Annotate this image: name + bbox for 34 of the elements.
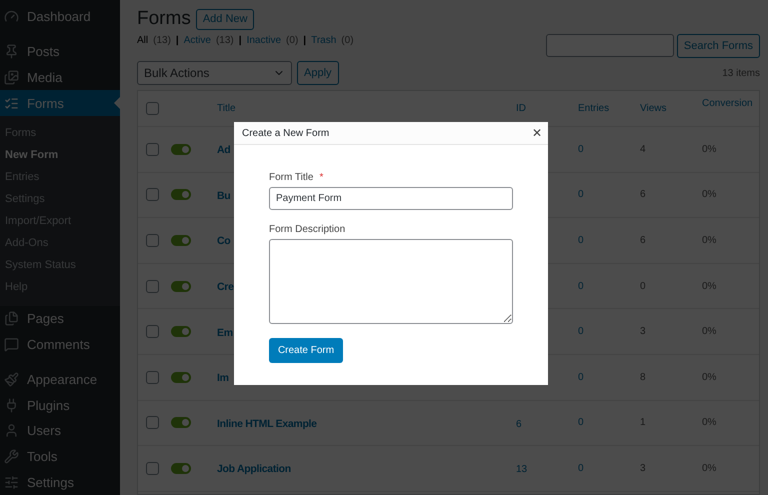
form-title-link[interactable]: Co: [217, 235, 230, 248]
table-cell-text: 0: [578, 417, 585, 428]
form-title-link[interactable]: Job Application: [217, 463, 291, 476]
filter-link[interactable]: Inactive: [246, 35, 282, 46]
required-mark: *: [319, 172, 324, 183]
filter-link[interactable]: Active: [184, 35, 211, 46]
table-cell-text: 0: [578, 372, 585, 383]
table-cell-text: 0: [578, 234, 585, 246]
form-title-link[interactable]: Em: [217, 326, 233, 339]
field-label: Form Description: [269, 224, 346, 235]
table-cell-text: 0: [578, 462, 585, 474]
form-title-link[interactable]: Inline HTML Example: [217, 418, 317, 430]
table-cell: 6: [516, 418, 522, 430]
page-title: Forms: [137, 8, 191, 30]
filter-link[interactable]: All: [137, 35, 148, 46]
separator: |: [303, 35, 306, 46]
table-cell-text: 0: [578, 189, 585, 200]
close-button[interactable]: ✕: [532, 126, 542, 140]
form-title-link[interactable]: Cre: [217, 281, 234, 294]
table-cell-text: 0: [578, 280, 585, 292]
dialog-title: Create a New Form: [242, 128, 330, 138]
separator: |: [176, 35, 179, 46]
field-label: Form Title: [269, 172, 314, 183]
table-cell-text: 0: [578, 144, 585, 155]
form-title-link[interactable]: Ad: [217, 144, 230, 156]
form-title-link[interactable]: Im: [217, 372, 229, 384]
create-form-button[interactable]: Create Form: [269, 338, 343, 363]
filter-link[interactable]: Trash: [311, 35, 336, 46]
form-title-field[interactable]: Payment Form: [269, 187, 513, 210]
table-cell-text: 0: [578, 326, 585, 338]
separator: |: [238, 35, 242, 46]
table-cell: 13: [516, 464, 528, 476]
description-field[interactable]: [269, 239, 513, 324]
form-title-link[interactable]: Bu: [217, 190, 230, 202]
